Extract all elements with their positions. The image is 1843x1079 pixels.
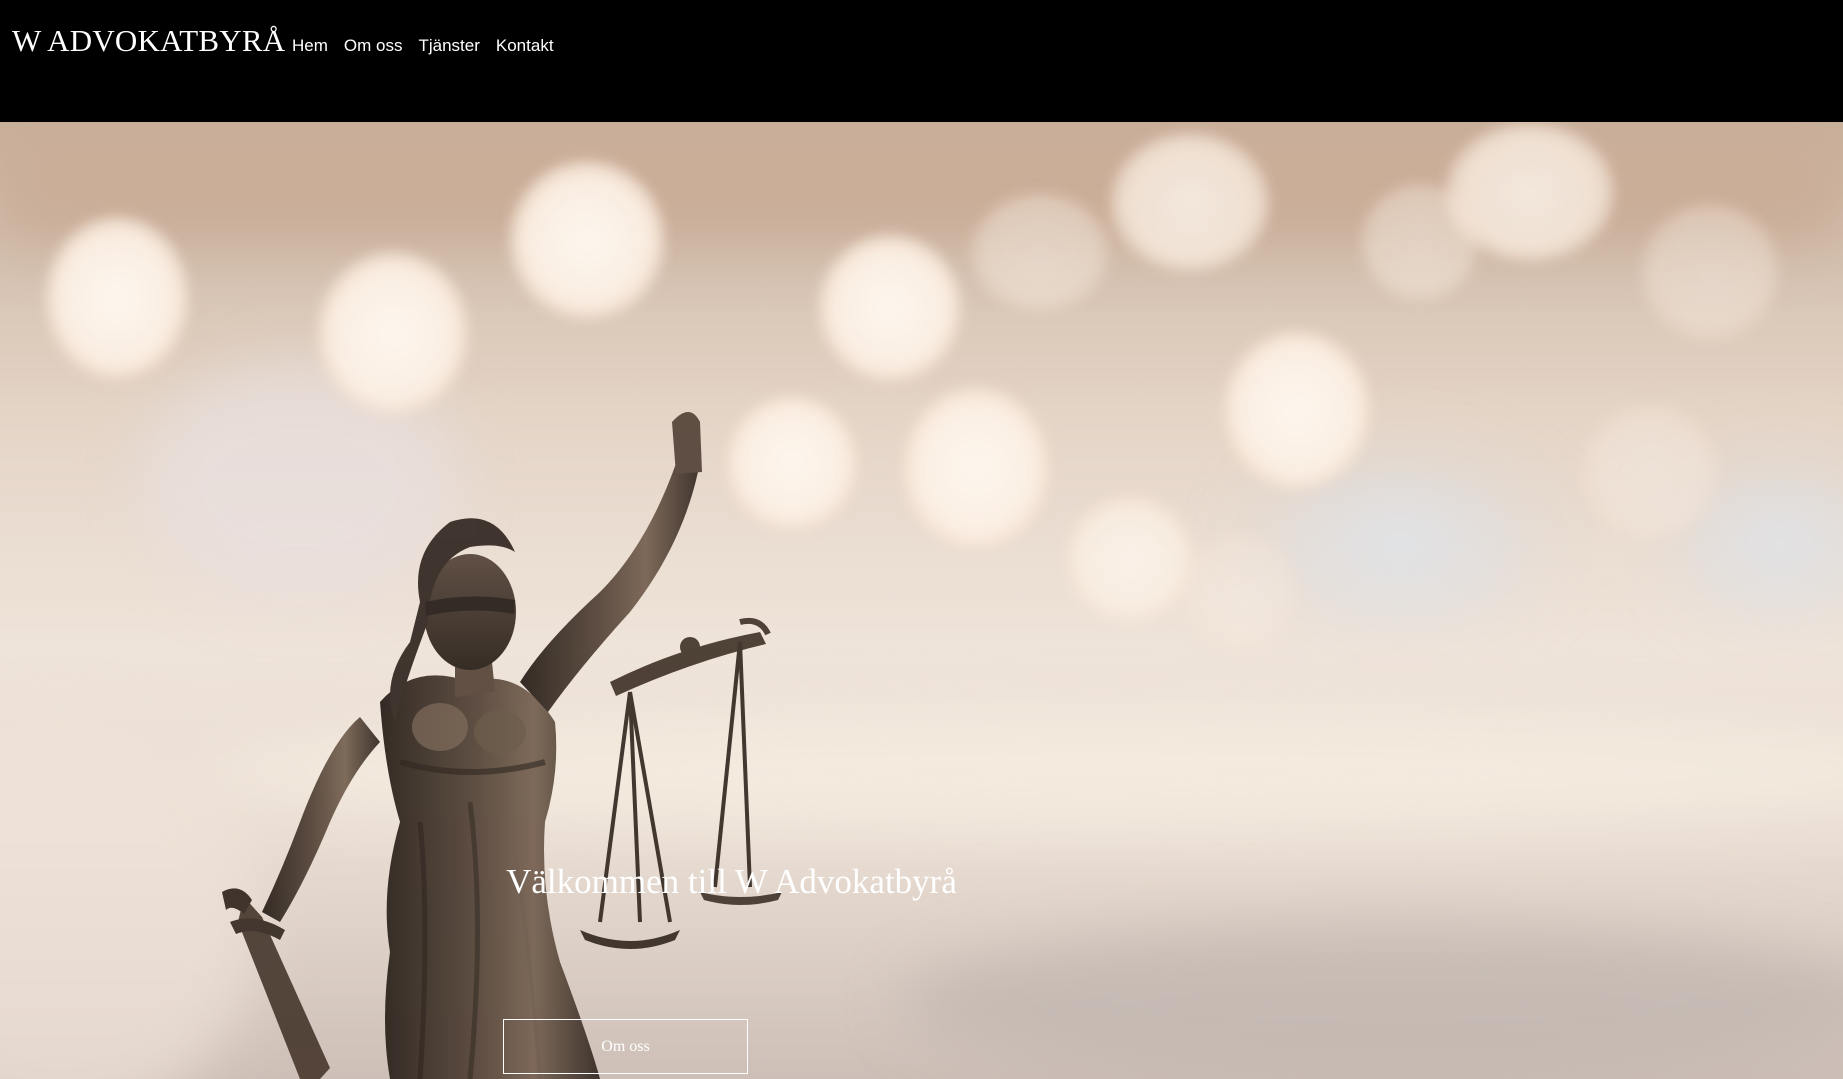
about-us-button[interactable]: Om oss — [503, 1019, 748, 1074]
site-header: W ADVOKATBYRÅ Hem Om oss Tjänster Kontak… — [0, 0, 1843, 122]
site-logo[interactable]: W ADVOKATBYRÅ — [12, 22, 285, 60]
nav-link-hem[interactable]: Hem — [292, 36, 328, 56]
hero-title: Välkommen till W Advokatbyrå — [506, 862, 957, 901]
nav-link-kontakt[interactable]: Kontakt — [496, 36, 554, 56]
nav-link-tjanster[interactable]: Tjänster — [418, 36, 479, 56]
hero-background-image — [0, 122, 1843, 1079]
nav-link-om-oss[interactable]: Om oss — [344, 36, 403, 56]
hero-section: Välkommen till W Advokatbyrå Om oss — [0, 122, 1843, 1079]
main-nav: Hem Om oss Tjänster Kontakt — [292, 36, 554, 56]
